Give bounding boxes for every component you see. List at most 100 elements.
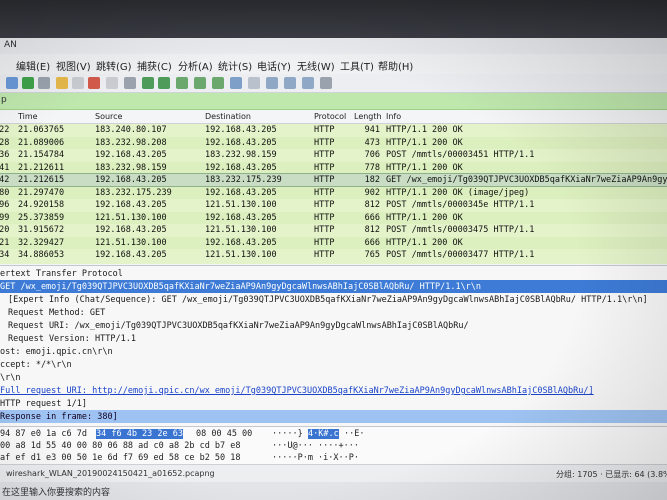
cell-info: HTTP/1.1 200 OK (image/jpeg)	[386, 187, 530, 198]
auto-scroll-icon[interactable]	[230, 77, 242, 89]
menu-telephony[interactable]: 电话(Y)	[257, 58, 291, 73]
cell-time: 21.154784	[18, 150, 65, 160]
table-row[interactable]: 399 25.373859 121.51.130.100 192.168.43.205…	[0, 211, 667, 224]
cell-info: HTTP/1.1 200 OK	[386, 125, 463, 135]
detail-line[interactable]: Response in frame: 380]	[0, 410, 667, 423]
ascii-bytes: ···U@··· ····+···	[272, 441, 359, 451]
packet-details[interactable]: ertext Transfer Protocol GET /wx_emoji/Tg…	[0, 265, 667, 426]
col-destination-header[interactable]: Destination	[205, 112, 251, 121]
detail-text: ost: emoji.qpic.cn\r\n	[0, 347, 113, 357]
menu-edit[interactable]: 编辑(E)	[16, 58, 50, 73]
table-row[interactable]: 336 21.154784 192.168.43.205 183.232.98.159…	[0, 149, 667, 161]
menu-wireless[interactable]: 无线(W)	[297, 58, 335, 73]
detail-line[interactable]: ertext Transfer Protocol	[0, 267, 667, 280]
full-request-uri-link[interactable]: Full request URI: http://emoji.qpic.cn/w…	[0, 386, 594, 396]
cell-len: 666	[364, 212, 380, 223]
detail-line[interactable]: [Expert Info (Chat/Sequence): GET /wx_em…	[0, 293, 667, 306]
table-row[interactable]: 380 21.297470 183.232.175.239 192.168.43.20…	[0, 186, 667, 199]
reload-icon[interactable]	[106, 77, 118, 89]
normal-size-icon[interactable]	[302, 77, 314, 89]
cell-no: 322	[0, 125, 10, 135]
ascii-bytes-highlight: 4·K#.c	[308, 429, 339, 439]
table-row[interactable]: 434 34.886053 192.168.43.205 121.51.130.100…	[0, 249, 667, 261]
display-filter-input[interactable]: p	[1, 95, 7, 105]
save-file-icon[interactable]	[72, 77, 84, 89]
col-length-header[interactable]: Length	[354, 112, 382, 121]
last-packet-icon[interactable]	[212, 77, 224, 89]
detail-text: Request URI: /wx_emoji/Tg039QTJPVC3UOXDB…	[8, 321, 469, 331]
cell-len: 473	[364, 137, 380, 148]
bytes-row[interactable]: 00 a8 1d 55 40 00 80 06 88 ad c0 a8 2b c…	[0, 440, 667, 452]
table-row[interactable]: 328 21.089006 183.232.98.208 192.168.43.205…	[0, 136, 667, 149]
capture-file-name[interactable]: wireshark_WLAN_20190024150421_a01652.pca…	[6, 469, 215, 478]
table-row[interactable]: 341 21.212611 183.232.98.159 192.168.43.205…	[0, 161, 667, 174]
detail-line[interactable]: Full request URI: http://emoji.qpic.cn/w…	[0, 384, 667, 397]
cell-proto: HTTP	[314, 175, 335, 185]
col-source-header[interactable]: Source	[95, 112, 122, 121]
cell-dst: 192.168.43.205	[205, 212, 277, 223]
go-to-packet-icon[interactable]	[176, 77, 188, 89]
status-bar: wireshark_WLAN_20190024150421_a01652.pca…	[0, 464, 667, 483]
cell-dst: 121.51.130.100	[205, 225, 277, 235]
detail-line[interactable]: Request URI: /wx_emoji/Tg039QTJPVC3UOXDB…	[0, 319, 667, 332]
taskbar-search[interactable]: 在这里输入你要搜索的内容	[2, 485, 110, 498]
cell-info: GET /wx_emoji/Tg039QTJPVC3UOXDB5qafKXiaN…	[386, 175, 667, 185]
cell-time: 34.886053	[18, 250, 65, 260]
ascii-bytes: ·····P·m ·i·X··P·	[272, 453, 359, 463]
menu-tools[interactable]: 工具(T)	[340, 58, 374, 73]
close-file-icon[interactable]	[88, 77, 100, 89]
cell-time: 24.920158	[18, 200, 65, 210]
go-forward-icon[interactable]	[158, 77, 170, 89]
menu-capture[interactable]: 捕获(C)	[137, 58, 172, 73]
col-time-header[interactable]: Time	[18, 112, 38, 121]
menu-analyze[interactable]: 分析(A)	[178, 58, 213, 73]
bytes-row[interactable]: 94 87 e0 1a c6 7d 34 f6 4b 23 2e 63 08 00 …	[0, 428, 667, 440]
resize-columns-icon[interactable]	[320, 77, 332, 89]
detail-line[interactable]: HTTP request 1/1]	[0, 397, 667, 410]
detail-line[interactable]: GET /wx_emoji/Tg039QTJPVC3UOXDB5qafKXiaN…	[0, 280, 667, 293]
options-icon[interactable]	[38, 77, 50, 89]
colorize-icon[interactable]	[248, 77, 260, 89]
cell-time: 31.915672	[18, 225, 65, 235]
menu-go[interactable]: 跳转(G)	[96, 58, 132, 73]
zoom-out-icon[interactable]	[284, 77, 296, 89]
packet-bytes[interactable]: 94 87 e0 1a c6 7d 34 f6 4b 23 2e 63 08 00 …	[0, 426, 667, 465]
table-row[interactable]: 322 21.063765 183.240.80.107 192.168.43.205…	[0, 124, 667, 136]
bytes-row[interactable]: af ef d1 e3 00 50 1e 6d f7 69 ed 58 ce b…	[0, 452, 667, 464]
cell-proto: HTTP	[314, 187, 335, 198]
stop-capture-icon[interactable]	[6, 77, 18, 89]
detail-line[interactable]: \r\n	[0, 371, 667, 384]
cell-dst: 192.168.43.205	[205, 187, 277, 198]
detail-text: ccept: */*\r\n	[0, 360, 72, 370]
windows-taskbar: 在这里输入你要搜索的内容	[0, 482, 667, 500]
zoom-in-icon[interactable]	[266, 77, 278, 89]
cell-dst: 192.168.43.205	[205, 162, 277, 173]
col-info-header[interactable]: Info	[386, 112, 401, 121]
col-protocol-header[interactable]: Protocol	[314, 112, 346, 121]
table-row[interactable]: 421 32.329427 121.51.130.100 192.168.43.205…	[0, 236, 667, 249]
ascii-bytes: ·····}	[272, 429, 303, 439]
packet-list[interactable]: Time Source Destination Protocol Length …	[0, 110, 667, 264]
open-file-icon[interactable]	[56, 77, 68, 89]
table-row[interactable]: 420 31.915672 192.168.43.205 121.51.130.100…	[0, 224, 667, 236]
detail-text: Request Version: HTTP/1.1	[8, 334, 136, 344]
display-filter-bar[interactable]: p	[0, 93, 667, 110]
find-icon[interactable]	[124, 77, 136, 89]
first-packet-icon[interactable]	[194, 77, 206, 89]
cell-dst: 183.232.175.239	[205, 175, 282, 185]
title-bar: AN	[0, 38, 667, 54]
detail-line[interactable]: ccept: */*\r\n	[0, 358, 667, 371]
detail-line[interactable]: Request Method: GET	[0, 306, 667, 319]
go-back-icon[interactable]	[142, 77, 154, 89]
menu-statistics[interactable]: 统计(S)	[218, 58, 252, 73]
detail-line[interactable]: Request Version: HTTP/1.1	[0, 332, 667, 345]
menu-view[interactable]: 视图(V)	[56, 58, 91, 73]
detail-line[interactable]: ost: emoji.qpic.cn\r\n	[0, 345, 667, 358]
restart-capture-icon[interactable]	[22, 77, 34, 89]
menu-help[interactable]: 帮助(H)	[378, 58, 413, 73]
table-row[interactable]: 342 21.212615 192.168.43.205 183.232.175.23…	[0, 173, 667, 187]
table-row[interactable]: 396 24.920158 192.168.43.205 121.51.130.100…	[0, 199, 667, 211]
cell-no: 420	[0, 225, 10, 235]
main-toolbar	[0, 74, 667, 93]
cell-src: 192.168.43.205	[95, 200, 167, 210]
